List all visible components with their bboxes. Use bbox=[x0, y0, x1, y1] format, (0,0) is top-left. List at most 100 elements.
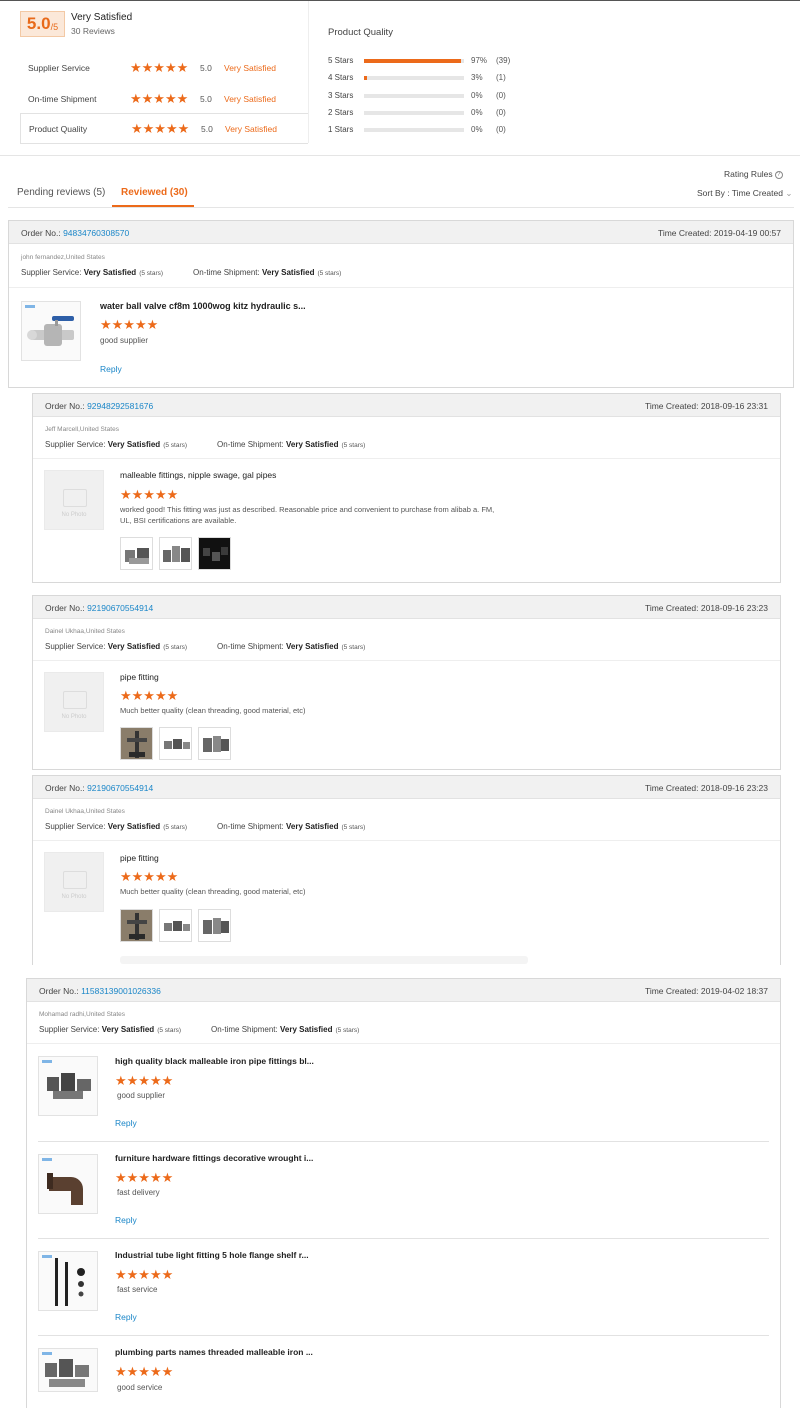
chevron-down-icon: ⌄ bbox=[785, 188, 793, 198]
distribution-row-1: 1 Stars 0% (0) bbox=[328, 125, 528, 137]
review-photo[interactable] bbox=[198, 727, 231, 760]
time-created-label: Time Created: bbox=[644, 986, 699, 996]
distribution-title: Product Quality bbox=[328, 27, 393, 38]
reply-link[interactable]: Reply bbox=[115, 1312, 137, 1322]
product-title[interactable]: furniture hardware fittings decorative w… bbox=[115, 1153, 313, 1163]
supplier-service-value: Very Satisfied bbox=[107, 822, 161, 831]
order-number-label: Order No.: bbox=[45, 603, 85, 613]
rating-rules-link[interactable]: Rating Rules? bbox=[724, 169, 783, 179]
supplier-service-label: Supplier Service: bbox=[45, 642, 106, 651]
product-star-rating: ★★★★★ bbox=[120, 688, 179, 703]
product-star-rating: ★★★★★ bbox=[100, 317, 159, 332]
pipe-fittings-image bbox=[163, 546, 190, 562]
pipe-fittings-image bbox=[164, 921, 190, 931]
product-thumbnail[interactable]: No Photo bbox=[44, 470, 104, 530]
thumbnail-tag bbox=[42, 1352, 52, 1355]
order-number: Order No.: 11583139001026336 bbox=[39, 986, 161, 996]
reply-link[interactable]: Reply bbox=[115, 1215, 137, 1225]
product-title[interactable]: plumbing parts names threaded malleable … bbox=[115, 1347, 313, 1357]
supplier-service-stars: (5 stars) bbox=[139, 270, 164, 277]
product-star-rating: ★★★★★ bbox=[115, 1170, 174, 1185]
order-number-link[interactable]: 92190670554914 bbox=[87, 783, 153, 793]
product-thumbnail[interactable] bbox=[38, 1056, 98, 1116]
ontime-shipment-stars: (5 stars) bbox=[317, 270, 342, 277]
product-title[interactable]: pipe fitting bbox=[120, 672, 159, 682]
no-photo-icon bbox=[63, 871, 87, 889]
star-rating: ★★★★★ bbox=[130, 60, 189, 75]
tab-pending-reviews[interactable]: Pending reviews (5) bbox=[17, 187, 105, 198]
sub-rating-product-quality[interactable]: Product Quality ★★★★★ 5.0 Very Satisfied bbox=[20, 113, 308, 144]
no-photo-icon bbox=[63, 489, 87, 507]
product-title[interactable]: Industrial tube light fitting 5 hole fla… bbox=[115, 1250, 309, 1260]
product-thumbnail[interactable] bbox=[21, 301, 81, 361]
order-number-link[interactable]: 92948292581676 bbox=[87, 401, 153, 411]
service-ratings: Supplier Service: Very Satisfied (5 stars… bbox=[45, 642, 365, 651]
product-thumbnail[interactable] bbox=[38, 1154, 98, 1214]
product-star-rating: ★★★★★ bbox=[115, 1073, 174, 1088]
review-photo[interactable] bbox=[120, 537, 153, 570]
pipe-stand-image bbox=[127, 731, 147, 758]
sub-rating-text: Very Satisfied bbox=[224, 62, 276, 73]
sort-by-label: Sort By : Time Created bbox=[697, 188, 783, 198]
sub-rating-text: Very Satisfied bbox=[224, 93, 276, 104]
product-title[interactable]: malleable fittings, nipple swage, gal pi… bbox=[120, 470, 276, 480]
order-number-link[interactable]: 92190670554914 bbox=[87, 603, 153, 613]
review-comment: good supplier bbox=[117, 1091, 166, 1100]
review-card: Order No.: 92190670554914 Time Created: … bbox=[32, 775, 781, 965]
time-created: Time Created: 2018-09-16 23:23 bbox=[645, 603, 768, 613]
order-number-link[interactable]: 94834760308570 bbox=[63, 228, 129, 238]
rating-rules-label: Rating Rules bbox=[724, 169, 773, 179]
no-photo-label: No Photo bbox=[61, 512, 87, 518]
distribution-bar bbox=[364, 59, 464, 63]
review-comment: worked good! This fitting was just as de… bbox=[120, 505, 495, 525]
supplier-service-label: Supplier Service: bbox=[39, 1025, 100, 1034]
review-photo[interactable] bbox=[159, 537, 192, 570]
reply-link[interactable]: Reply bbox=[100, 364, 122, 374]
distribution-percent: 0% bbox=[471, 91, 483, 100]
review-photo[interactable] bbox=[120, 727, 153, 760]
product-title[interactable]: high quality black malleable iron pipe f… bbox=[115, 1056, 314, 1066]
pipe-fittings-image bbox=[125, 548, 149, 564]
order-number: Order No.: 92948292581676 bbox=[45, 401, 153, 411]
distribution-percent: 97% bbox=[471, 56, 488, 65]
review-comment: good supplier bbox=[100, 336, 149, 345]
distribution-bar-fill bbox=[364, 76, 367, 80]
reply-link[interactable]: Reply bbox=[115, 1118, 137, 1128]
review-card: Order No.: 92948292581676 Time Created: … bbox=[32, 393, 781, 583]
distribution-count: (0) bbox=[496, 91, 506, 100]
distribution-percent: 0% bbox=[471, 125, 483, 134]
order-number-label: Order No.: bbox=[21, 228, 61, 238]
buyer-name: Jeff Marcell,United States bbox=[45, 426, 119, 433]
product-thumbnail[interactable]: No Photo bbox=[44, 852, 104, 912]
thumbnail-tag bbox=[42, 1255, 52, 1258]
tab-reviewed[interactable]: Reviewed (30) bbox=[121, 187, 188, 198]
product-title[interactable]: water ball valve cf8m 1000wog kitz hydra… bbox=[100, 301, 306, 311]
product-thumbnail[interactable] bbox=[38, 1251, 98, 1311]
buyer-name: Dainel Ukhaa,United States bbox=[45, 628, 125, 635]
product-thumbnail[interactable] bbox=[38, 1348, 98, 1392]
sort-by-dropdown[interactable]: Sort By : Time Created ⌄ bbox=[697, 188, 792, 199]
product-title[interactable]: pipe fitting bbox=[120, 853, 159, 863]
divider bbox=[27, 1043, 780, 1044]
service-ratings: Supplier Service: Very Satisfied (5 stars… bbox=[45, 822, 365, 831]
ontime-shipment-stars: (5 stars) bbox=[341, 824, 366, 831]
distribution-row-3: 3 Stars 0% (0) bbox=[328, 91, 528, 103]
overall-score: 5.0 bbox=[26, 14, 51, 33]
time-created: Time Created: 2018-09-16 23:31 bbox=[645, 401, 768, 411]
order-number-link[interactable]: 11583139001026336 bbox=[81, 986, 161, 996]
review-card: Order No.: 94834760308570 Time Created: … bbox=[8, 220, 794, 388]
ontime-shipment-stars: (5 stars) bbox=[341, 442, 366, 449]
review-photo[interactable] bbox=[120, 909, 153, 942]
review-photo[interactable] bbox=[198, 537, 231, 570]
sub-rating-score: 5.0 bbox=[200, 93, 212, 104]
ontime-shipment-value: Very Satisfied bbox=[285, 822, 339, 831]
review-photo[interactable] bbox=[198, 909, 231, 942]
distribution-bar-fill bbox=[364, 59, 461, 63]
supplier-service-label: Supplier Service: bbox=[21, 268, 82, 277]
supplier-service-value: Very Satisfied bbox=[101, 1025, 155, 1034]
review-photo[interactable] bbox=[159, 909, 192, 942]
product-thumbnail[interactable]: No Photo bbox=[44, 672, 104, 732]
review-photo[interactable] bbox=[159, 727, 192, 760]
time-created-value: 2019-04-19 00:57 bbox=[713, 228, 781, 238]
divider bbox=[38, 1335, 769, 1336]
